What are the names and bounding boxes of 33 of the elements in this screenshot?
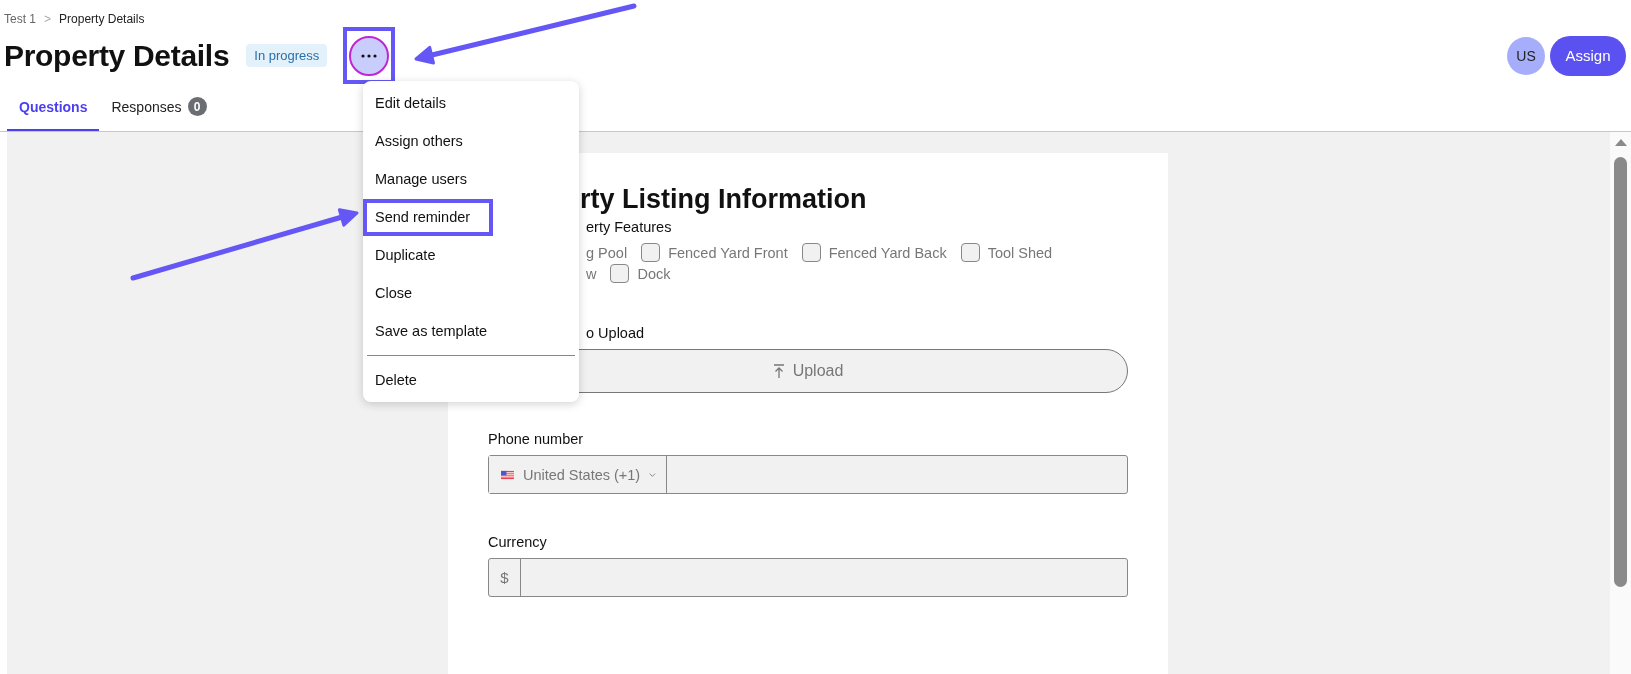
checkbox-option[interactable]: Tool Shed: [960, 243, 1053, 262]
scroll-up-icon[interactable]: [1613, 138, 1628, 147]
status-badge: In progress: [246, 44, 328, 67]
upload-icon: [772, 364, 785, 378]
checkbox-option[interactable]: Fenced Yard Front: [641, 243, 788, 262]
breadcrumb-separator: >: [44, 12, 52, 26]
breadcrumb-current[interactable]: Property Details: [59, 12, 145, 26]
field-label: Phone number: [488, 430, 585, 448]
menu-item[interactable]: Send reminder: [363, 198, 579, 236]
more-button[interactable]: [349, 35, 390, 76]
menu-item[interactable]: Manage users: [363, 160, 579, 198]
field-label: Currency: [488, 533, 548, 551]
form-title: rty Listing Information: [579, 183, 868, 215]
menu-item[interactable]: Assign others: [363, 122, 579, 160]
more-icon: [361, 53, 378, 58]
count-badge: 0: [187, 97, 207, 116]
scroll-thumb[interactable]: [1614, 157, 1627, 587]
field-label: erty Features: [585, 218, 673, 236]
menu-item[interactable]: Close: [363, 274, 579, 312]
menu-item[interactable]: Edit details: [363, 84, 579, 122]
field-label: o Upload: [585, 324, 646, 342]
menu-item[interactable]: Save as template: [363, 312, 579, 350]
checkbox-option[interactable]: Fenced Yard Back: [801, 243, 947, 262]
user-avatar[interactable]: US: [1507, 36, 1545, 75]
checkbox-option[interactable]: Dock: [610, 264, 671, 283]
tab[interactable]: Responses 0: [99, 84, 219, 131]
page-title: Property Details: [4, 38, 230, 73]
scrollbar[interactable]: [1610, 132, 1631, 674]
menu-item[interactable]: Duplicate: [363, 236, 579, 274]
breadcrumb-link[interactable]: Test 1: [4, 12, 36, 26]
assign-button[interactable]: Assign: [1550, 35, 1626, 76]
option-label: g Pool: [586, 244, 628, 261]
option-label: w: [586, 265, 597, 282]
